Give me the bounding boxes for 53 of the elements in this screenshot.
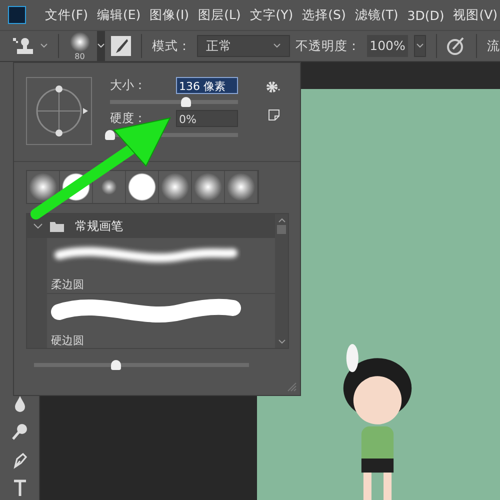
mode-label: 模式： — [152, 38, 191, 54]
slider-thumb[interactable] — [110, 360, 121, 370]
brush-tip[interactable] — [225, 171, 258, 203]
slider-thumb[interactable] — [180, 97, 191, 107]
dodge-tool-icon[interactable] — [12, 423, 28, 441]
scroll-down-icon[interactable] — [278, 339, 286, 345]
opacity-dropdown-button[interactable] — [414, 35, 426, 57]
scroll-thumb[interactable] — [277, 225, 286, 234]
settings-icon[interactable] — [266, 81, 282, 93]
menu-item[interactable]: 文件(F) — [45, 6, 88, 24]
opacity-label: 不透明度： — [296, 38, 361, 54]
brush-tip[interactable] — [192, 171, 225, 203]
caret-icon[interactable] — [40, 43, 48, 49]
caret-icon — [272, 43, 281, 49]
pressure-icon[interactable] — [446, 36, 466, 56]
menu-item[interactable]: 图层(L) — [198, 6, 241, 24]
slider-thumb[interactable] — [105, 130, 115, 140]
brush-tip-icon[interactable] — [68, 31, 91, 53]
stamp-tool-icon[interactable] — [12, 37, 34, 55]
brush-group-row[interactable]: 常规画笔 — [27, 214, 275, 238]
type-tool-icon[interactable] — [12, 479, 28, 497]
hardness-field[interactable]: 0% — [176, 110, 238, 127]
brush-panel-icon[interactable] — [111, 36, 132, 56]
new-preset-icon[interactable] — [268, 109, 280, 121]
brush-tip[interactable] — [60, 171, 93, 203]
brush-angle-preview[interactable] — [26, 77, 92, 145]
hardness-label: 硬度： — [110, 110, 146, 127]
scroll-up-icon[interactable] — [278, 217, 286, 223]
brush-size-label: 80 — [74, 53, 85, 61]
mode-dropdown[interactable]: 正常 — [196, 35, 290, 57]
brush-tip[interactable] — [27, 171, 60, 203]
size-field[interactable]: 136 像素 — [176, 77, 238, 94]
resize-grip-icon[interactable] — [287, 382, 297, 392]
menu-item[interactable]: 滤镜(T) — [354, 6, 398, 24]
brush-preset-item[interactable]: 柔边圆 — [47, 238, 275, 294]
brush-tip[interactable] — [159, 171, 192, 203]
brush-tip[interactable] — [126, 171, 159, 203]
menu-item[interactable]: 视图(V) — [453, 6, 498, 24]
brush-picker-button[interactable] — [96, 31, 106, 61]
menu-item[interactable]: 3D(D) — [407, 8, 444, 22]
pen-tool-icon[interactable] — [12, 451, 28, 469]
menu-item[interactable]: 图像(I) — [150, 6, 190, 24]
menu-item[interactable]: 编辑(E) — [96, 6, 141, 24]
size-label: 大小： — [110, 77, 146, 94]
brush-preset-item[interactable]: 硬边圆 — [47, 294, 275, 348]
opacity-field[interactable]: 100% — [366, 35, 408, 57]
caret-icon — [416, 43, 424, 49]
caret-icon — [96, 43, 105, 49]
folder-icon — [50, 220, 64, 232]
menu-item[interactable]: 文字(Y) — [250, 6, 294, 24]
app-logo[interactable] — [8, 6, 26, 24]
flow-label: 流 — [486, 38, 500, 54]
menu-item[interactable]: 选择(S) — [302, 6, 346, 24]
